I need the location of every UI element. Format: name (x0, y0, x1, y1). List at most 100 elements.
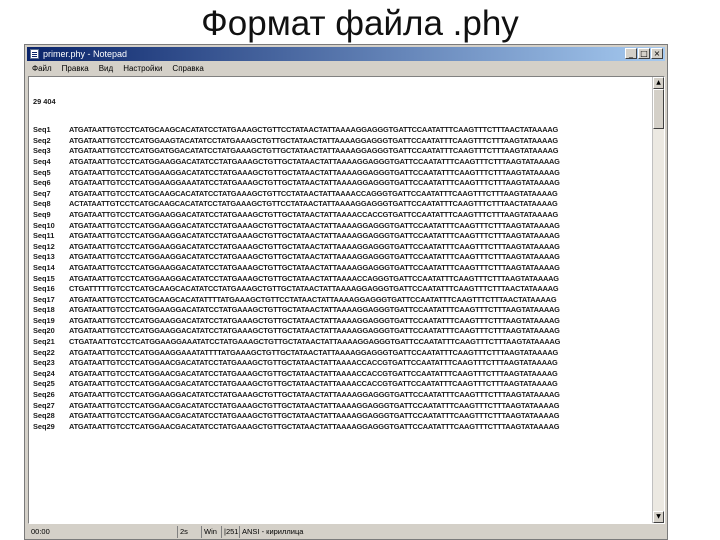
sequence-name: Seq1 (33, 125, 51, 135)
sequence-row: Seq24 ATGATAATTGTCCTCATGGAACGACATATCCTATG… (33, 369, 651, 380)
sequence-name: Seq23 (33, 358, 55, 368)
sequence-name: Seq9 (33, 209, 51, 219)
close-button[interactable]: × (651, 48, 663, 59)
sequence-data: ATGATAATTGTCCTCATGGAACGACATATCCTATGAAAGC… (69, 368, 558, 378)
sequence-name: Seq11 (33, 231, 55, 241)
status-bar: 00:00 2s Win |251 ANSI - кириллица (27, 526, 665, 538)
text-editor[interactable]: 29 404 Seq1 ATGATAATTGTCCTCATGCAAGCACATAT… (28, 76, 665, 524)
maximize-button[interactable]: □ (638, 48, 650, 59)
vertical-scrollbar[interactable]: ▲ ▼ (652, 77, 664, 523)
sequence-row: Seq12 ATGATAATTGTCCTCATGGAAGGACATATCCTATG… (33, 242, 651, 253)
sequence-row: Seq15 ATGATAATTGTCCTCATGGAAGGACATATCCTATG… (33, 274, 651, 285)
sequence-data: ATGATAATTGTCCTCATGCAAGCACATATTTTATGAAAGC… (69, 294, 557, 304)
sequence-data: ATGATAATTGTCCTCATGGAAGGACATATCCTATGAAAGC… (69, 231, 560, 241)
window-titlebar[interactable]: primer.phy - Notepad _ □ × (27, 47, 665, 61)
sequence-name: Seq4 (33, 156, 51, 166)
sequence-row: Seq4 ATGATAATTGTCCTCATGGAAGGACATATCCTATGA… (33, 157, 651, 168)
sequence-row: Seq2 ATGATAATTGTCCTCATGGAAGTACATATCCTATGA… (33, 136, 651, 147)
menu-help[interactable]: Справка (167, 63, 208, 75)
sequence-name: Seq8 (33, 199, 51, 209)
sequence-row: Seq28 ATGATAATTGTCCTCATGGAACGACATATCCTATG… (33, 411, 651, 422)
status-line: 2s (177, 526, 188, 538)
phylip-header: 29 404 (33, 97, 56, 106)
sequence-name: Seq18 (33, 305, 55, 315)
window-title: primer.phy - Notepad (43, 49, 128, 59)
scroll-down-icon[interactable]: ▼ (653, 511, 664, 523)
sequence-data: ATGATAATTGTCCTCATGGAAGGACATATCCTATGAAAGC… (69, 273, 559, 283)
sequence-data: ATGATAATTGTCCTCATGGAAGGACATATCCTATGAAAGC… (69, 326, 560, 336)
sequence-data: ATGATAATTGTCCTCATGGAACGACATATCCTATGAAAGC… (69, 379, 558, 389)
sequence-name: Seq22 (33, 347, 55, 357)
sequence-data: ATGATAATTGTCCTCATGGAAGGACATATCCTATGAAAGC… (69, 315, 560, 325)
sequence-row: Seq17 ATGATAATTGTCCTCATGCAAGCACATATTTTATG… (33, 295, 651, 306)
sequence-data: CTGATTTTTGTCCTCATGCAAGCACATATCCTATGAAAGC… (69, 284, 559, 294)
sequence-row: Seq8 ACTATAATTGTCCTCATGCAAGCACATATCCTATGA… (33, 199, 651, 210)
sequence-row: Seq16 CTGATTTTTGTCCTCATGCAAGCACATATCCTATG… (33, 284, 651, 295)
status-platform: Win (201, 526, 217, 538)
sequence-name: Seq10 (33, 220, 55, 230)
status-size: |251 (221, 526, 238, 538)
sequence-row: Seq6 ATGATAATTGTCCTCATGGAAGGAAATATCCTATGA… (33, 178, 651, 189)
sequence-name: Seq12 (33, 241, 55, 251)
sequence-data: ATGATAATTGTCCTCATGGAAGGACATATCCTATGAAAGC… (69, 305, 560, 315)
sequence-row: Seq18 ATGATAATTGTCCTCATGGAAGGACATATCCTATG… (33, 305, 651, 316)
sequence-data: CTGATAATTGTCCTCATGGAAGGAAATATCCTATGAAAGC… (69, 337, 561, 347)
sequence-row: Seq13 ATGATAATTGTCCTCATGGAAGGACATATCCTATG… (33, 252, 651, 263)
sequence-data: ATGATAATTGTCCTCATGGAACGACATATCCTATGAAAGC… (69, 400, 560, 410)
sequence-data: ATGATAATTGTCCTCATGGAAGGACATATCCTATGAAAGC… (69, 390, 560, 400)
scroll-thumb[interactable] (653, 89, 664, 129)
notepad-icon (30, 49, 39, 59)
sequence-data: ATGATAATTGTCCTCATGGAAGTACATATCCTATGAAAGC… (69, 135, 558, 145)
minimize-button[interactable]: _ (625, 48, 637, 59)
sequence-name: Seq5 (33, 167, 51, 177)
menu-view[interactable]: Вид (94, 63, 118, 75)
sequence-name: Seq7 (33, 188, 51, 198)
sequence-name: Seq29 (33, 421, 55, 431)
sequence-row: Seq22 ATGATAATTGTCCTCATGGAAGGAAATATTTTATG… (33, 348, 651, 359)
sequence-name: Seq24 (33, 368, 55, 378)
sequence-row: Seq25 ATGATAATTGTCCTCATGGAACGACATATCCTATG… (33, 379, 651, 390)
sequence-row: Seq20 ATGATAATTGTCCTCATGGAAGGACATATCCTATG… (33, 326, 651, 337)
sequence-row: Seq3 ATGATAATTGTCCTCATGGATGGACATATCCTATGA… (33, 146, 651, 157)
sequence-name: Seq16 (33, 284, 55, 294)
sequence-name: Seq17 (33, 294, 55, 304)
sequence-name: Seq28 (33, 411, 55, 421)
sequence-data: ATGATAATTGTCCTCATGGAAGGACATATCCTATGAAAGC… (69, 262, 560, 272)
sequence-row: Seq21 CTGATAATTGTCCTCATGGAAGGAAATATCCTATG… (33, 337, 651, 348)
document-content: 29 404 Seq1 ATGATAATTGTCCTCATGCAAGCACATAT… (33, 79, 651, 450)
sequence-list: Seq1 ATGATAATTGTCCTCATGCAAGCACATATCCTATGA… (33, 125, 651, 432)
sequence-name: Seq14 (33, 262, 55, 272)
sequence-data: ATGATAATTGTCCTCATGCAAGCACATATCCTATGAAAGC… (69, 125, 559, 135)
sequence-name: Seq6 (33, 178, 51, 188)
sequence-row: Seq19 ATGATAATTGTCCTCATGGAAGGACATATCCTATG… (33, 316, 651, 327)
status-encoding: ANSI - кириллица (239, 526, 303, 538)
sequence-name: Seq19 (33, 315, 55, 325)
sequence-name: Seq13 (33, 252, 55, 262)
menu-file[interactable]: Файл (27, 63, 57, 75)
sequence-data: ATGATAATTGTCCTCATGGAACGACATATCCTATGAAAGC… (69, 421, 560, 431)
sequence-row: Seq23 ATGATAATTGTCCTCATGGAACGACATATCCTATG… (33, 358, 651, 369)
sequence-name: Seq2 (33, 135, 51, 145)
sequence-data: ATGATAATTGTCCTCATGGAACGACATATCCTATGAAAGC… (69, 411, 560, 421)
sequence-name: Seq25 (33, 379, 55, 389)
menu-bar: Файл Правка Вид Настройки Справка (27, 62, 665, 75)
sequence-name: Seq15 (33, 273, 55, 283)
scroll-up-icon[interactable]: ▲ (653, 77, 664, 89)
sequence-row: Seq29 ATGATAATTGTCCTCATGGAACGACATATCCTATG… (33, 422, 651, 433)
sequence-data: ATGATAATTGTCCTCATGGAAGGACATATCCTATGAAAGC… (69, 167, 560, 177)
sequence-name: Seq3 (33, 146, 51, 156)
status-position: 00:00 (31, 527, 50, 536)
sequence-row: Seq27 ATGATAATTGTCCTCATGGAACGACATATCCTATG… (33, 401, 651, 412)
sequence-name: Seq26 (33, 390, 55, 400)
sequence-row: Seq26 ATGATAATTGTCCTCATGGAAGGACATATCCTATG… (33, 390, 651, 401)
slide-title: Формат файла .phy (201, 4, 519, 43)
menu-edit[interactable]: Правка (57, 63, 94, 75)
sequence-data: ACTATAATTGTCCTCATGCAAGCACATATCCTATGAAAGC… (69, 199, 558, 209)
sequence-name: Seq20 (33, 326, 55, 336)
notepad-window: primer.phy - Notepad _ □ × Файл Правка В… (24, 44, 668, 540)
menu-settings[interactable]: Настройки (118, 63, 167, 75)
sequence-data: ATGATAATTGTCCTCATGGAAGGAAATATTTTATGAAAGC… (69, 347, 559, 357)
sequence-row: Seq7 ATGATAATTGTCCTCATGCAAGCACATATCCTATGA… (33, 189, 651, 200)
sequence-row: Seq5 ATGATAATTGTCCTCATGGAAGGACATATCCTATGA… (33, 168, 651, 179)
sequence-row: Seq10 ATGATAATTGTCCTCATGGAAGGACATATCCTATG… (33, 221, 651, 232)
